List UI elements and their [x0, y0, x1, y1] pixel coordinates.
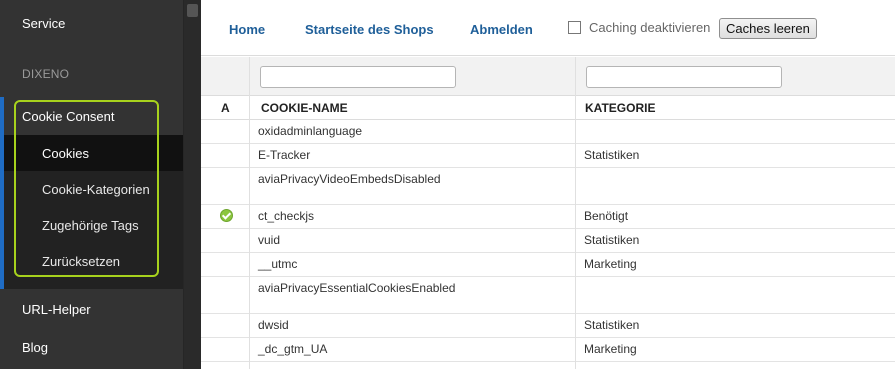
cookie-name-filter-input[interactable] [260, 66, 456, 88]
cookie-name-cell: vuid [258, 233, 281, 247]
sidebar-item-label: Cookie Consent [22, 108, 115, 124]
cookie-name-cell: aviaPrivacyVideoEmbedsDisabled [258, 172, 441, 186]
category-filter-input[interactable] [586, 66, 782, 88]
sidebar-item-label: Zurücksetzen [42, 253, 121, 269]
category-cell: Statistiken [584, 318, 640, 332]
table-row[interactable]: vuid Statistiken [201, 229, 895, 253]
sidebar-item-label: DIXENO [22, 67, 70, 81]
sidebar-subitem-cookies[interactable]: Cookies [4, 135, 183, 171]
table-row[interactable]: _dc_gtm_UA Marketing [201, 338, 895, 362]
category-cell: Marketing [584, 257, 637, 271]
sidebar-item-label: Service [22, 15, 66, 31]
nav-logout-link[interactable]: Abmelden [470, 22, 533, 37]
caching-toggle[interactable]: Caching deaktivieren [568, 20, 710, 35]
sidebar-item-dixeno[interactable]: DIXENO [0, 55, 183, 93]
sidebar-item-label: Cookie-Kategorien [42, 181, 150, 197]
scrollbar-thumb[interactable] [187, 4, 198, 17]
table-row[interactable]: __utmc Marketing [201, 253, 895, 277]
table-header: A COOKIE-NAME KATEGORIE [201, 96, 895, 120]
table-row[interactable]: ct_checkjs Benötigt [201, 205, 895, 229]
sidebar-item-label: Cookies [42, 145, 89, 161]
top-navigation: Home Startseite des Shops Abmelden Cachi… [201, 0, 895, 56]
caching-checkbox[interactable] [568, 21, 581, 34]
clear-caches-button[interactable]: Caches leeren [719, 18, 817, 39]
sidebar-item-blog[interactable]: Blog [0, 328, 183, 366]
filter-row [201, 57, 895, 96]
check-circle-icon [220, 209, 233, 222]
cookie-name-cell: _dc_gtm_UA [258, 342, 328, 356]
sidebar-subitem-reset[interactable]: Zurücksetzen [4, 243, 183, 279]
table-row[interactable]: aviaPrivacyVideoEmbedsDisabled [201, 168, 895, 205]
column-divider [575, 57, 576, 369]
cookie-name-cell: oxidadminlanguage [258, 124, 363, 138]
sidebar-item-service[interactable]: Service [0, 4, 183, 42]
sidebar-item-url-helper[interactable]: URL-Helper [0, 290, 183, 328]
category-cell: Marketing [584, 342, 637, 356]
nav-shop-start-link[interactable]: Startseite des Shops [305, 22, 434, 37]
column-header-cookie-name[interactable]: COOKIE-NAME [261, 101, 348, 115]
cookie-name-cell: dwsid [258, 318, 289, 332]
caching-label: Caching deaktivieren [589, 20, 711, 35]
sidebar-item-label: URL-Helper [22, 301, 91, 317]
cookie-name-cell: aviaPrivacyEssentialCookiesEnabled [258, 281, 456, 295]
sidebar-subitem-cookie-categories[interactable]: Cookie-Kategorien [4, 171, 183, 207]
category-cell: Benötigt [584, 209, 629, 223]
cookie-table: A COOKIE-NAME KATEGORIE oxidadminlanguag… [201, 57, 895, 369]
table-row[interactable]: oxidadminlanguage [201, 120, 895, 144]
column-header-active[interactable]: A [221, 101, 230, 115]
cookie-name-cell: __utmc [258, 257, 298, 271]
table-row[interactable]: dwsid Statistiken [201, 314, 895, 338]
column-header-category[interactable]: KATEGORIE [585, 101, 655, 115]
sidebar-subitem-related-tags[interactable]: Zugehörige Tags [4, 207, 183, 243]
category-cell: Statistiken [584, 233, 640, 247]
sidebar-section-cookie-consent: Cookie Consent Cookies Cookie-Kategorien… [0, 97, 183, 289]
sidebar: Service DIXENO Cookie Consent Cookies Co… [0, 0, 201, 369]
cookie-name-cell: ct_checkjs [258, 209, 315, 223]
sidebar-item-cookie-consent[interactable]: Cookie Consent [4, 97, 183, 135]
sidebar-item-label: Blog [22, 339, 49, 355]
table-row[interactable]: E-Tracker Statistiken [201, 144, 895, 168]
sidebar-scrollbar[interactable] [183, 0, 201, 369]
table-row[interactable]: aviaPrivacyEssentialCookiesEnabled [201, 277, 895, 314]
column-divider [249, 57, 250, 369]
cookie-name-cell: E-Tracker [258, 148, 311, 162]
category-cell: Statistiken [584, 148, 640, 162]
nav-home-link[interactable]: Home [229, 22, 265, 37]
sidebar-item-label: Zugehörige Tags [42, 217, 139, 233]
